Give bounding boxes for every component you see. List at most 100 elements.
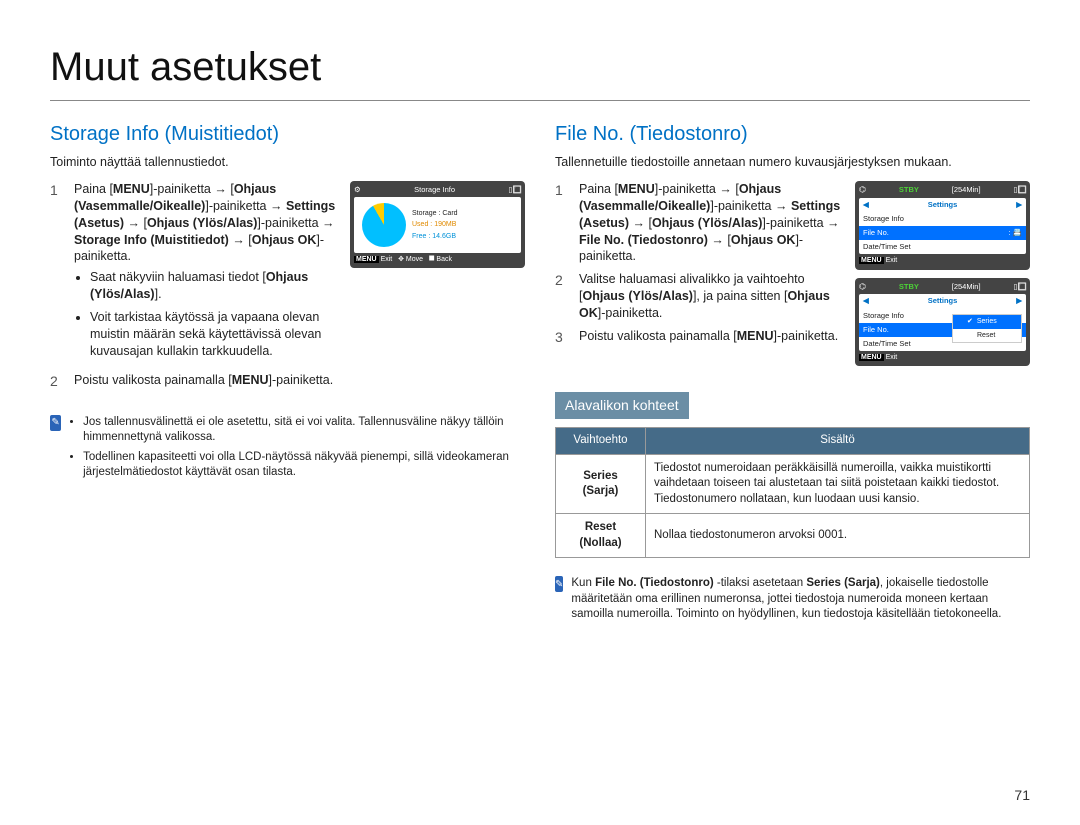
left-column: Storage Info (Muistitiedot) Toiminto näy…	[50, 121, 525, 623]
gear-icon: ⚙	[354, 185, 361, 195]
text: Poistu valikosta painamalla [	[74, 373, 232, 387]
camera-icon: ⌬	[859, 185, 866, 196]
right-step-2: 2 Valitse haluamasi alivalikko ja vaihto…	[555, 271, 845, 322]
text: -painiketta →	[261, 216, 335, 230]
menu-label: MENU	[232, 373, 269, 387]
lcd-settings-header: ◀ Settings ▶	[859, 198, 1026, 212]
menu-label: MENU	[618, 182, 655, 196]
page-number: 71	[1014, 786, 1030, 805]
text: ]-painiketta	[150, 182, 211, 196]
text: -painiketta →	[766, 216, 840, 230]
text: ], ja paina sitten [	[693, 289, 788, 303]
used-value: 190MB	[434, 221, 456, 228]
right-step-1: 1 Paina [MENU]-painiketta → [Ohjaus (Vas…	[555, 181, 845, 265]
step-number: 2	[555, 271, 569, 290]
time-remaining: 254Min	[954, 185, 979, 194]
table-row: Series (Sarja) Tiedostot numeroidaan per…	[556, 454, 1030, 514]
text: Kun	[571, 577, 595, 589]
lcd-storage-info: ⚙ Storage Info ▯ 🔳 Storage : Card Used :…	[350, 181, 525, 269]
lcd-fileno-2: ⌬ STBY [254Min] ▯ 🔳 ◀ Settings ▶ Storage…	[855, 278, 1030, 367]
lcd-item: Storage Info	[859, 212, 1026, 226]
exit-label: Exit	[886, 354, 898, 361]
used-label: Used	[412, 221, 428, 228]
text: -tilaksi asetetaan	[714, 577, 807, 589]
table-header-option: Vaihtoehto	[556, 428, 646, 455]
text: Saat näkyviin haluamasi tiedot	[90, 270, 259, 284]
options-table: Vaihtoehto Sisältö Series (Sarja) Tiedos…	[555, 427, 1030, 558]
menu-label: MENU	[737, 329, 774, 343]
fileno-label: File No. (Tiedostonro)	[579, 233, 708, 247]
submenu-heading-band: Alavalikon kohteet	[555, 392, 689, 419]
menu-label: MENU	[113, 182, 150, 196]
ok-label: Ohjaus OK	[252, 233, 317, 247]
stby-label: STBY	[899, 282, 919, 292]
text: Reset	[977, 331, 995, 340]
menu-tag: MENU	[859, 354, 884, 361]
note-bullet: Jos tallennusvälinettä ei ole asetettu, …	[83, 415, 525, 446]
step-number: 1	[50, 181, 64, 200]
right-intro: Tallennetuille tiedostoille annetaan num…	[555, 154, 1030, 171]
note-box: ✎ Jos tallennusvälinettä ei ole asetettu…	[50, 415, 525, 485]
check-icon: ✔	[967, 317, 973, 326]
text: ]-painiketta.	[598, 306, 663, 320]
table-header-content: Sisältö	[646, 428, 1030, 455]
step-number: 3	[555, 328, 569, 347]
bullet: Voit tarkistaa käytössä ja vapaana oleva…	[90, 309, 340, 360]
exit-label: Exit	[381, 256, 393, 263]
left-heading: Storage Info (Muistitiedot)	[50, 121, 525, 148]
text: .	[158, 287, 161, 301]
battery-icon: ▯ 🔳	[1013, 185, 1026, 195]
note-box: ✎ Kun File No. (Tiedostonro) -tilaksi as…	[555, 576, 1030, 623]
menu-tag: MENU	[859, 257, 884, 264]
storage-value: Card	[442, 210, 457, 217]
battery-icon: ▯ 🔳	[1013, 282, 1026, 292]
right-step-3: 3 Poistu valikosta painamalla [MENU]-pai…	[555, 328, 845, 347]
text: File No.	[863, 228, 889, 238]
text-bold: File No. (Tiedostonro)	[595, 577, 714, 589]
left-step-1: 1 Paina [MENU]-painiketta → [Ohjaus (Vas…	[50, 181, 340, 366]
lcd-settings-header: ◀ Settings ▶	[859, 294, 1026, 308]
camera-icon: ⌬	[859, 282, 866, 293]
text: ]-painiketta	[655, 182, 716, 196]
lcd-item: Date/Time Set	[859, 240, 1026, 254]
pie-chart-icon	[362, 203, 406, 247]
text-bold: Series (Sarja)	[806, 577, 880, 589]
text: Paina [	[74, 182, 113, 196]
bullet: Saat näkyviin haluamasi tiedot [Ohjaus (…	[90, 269, 340, 303]
text: ]-painiketta.	[774, 329, 839, 343]
page-title: Muut asetukset	[50, 40, 1030, 101]
menu-tag: MENU	[354, 256, 379, 263]
text: painiketta	[718, 199, 772, 213]
left-step-2: 2 Poistu valikosta painamalla [MENU]-pai…	[50, 372, 340, 391]
nav-ud: Ohjaus (Ylös/Alas)	[652, 216, 762, 230]
note-icon: ✎	[555, 576, 563, 592]
step-number: 1	[555, 181, 569, 200]
ok-label: Ohjaus OK	[731, 233, 796, 247]
text: Paina [	[579, 182, 618, 196]
right-column: File No. (Tiedostonro) Tallennetuille ti…	[555, 121, 1030, 623]
left-intro: Toiminto näyttää tallennustiedot.	[50, 154, 525, 171]
lcd-item-selected: File No. : 📇	[859, 226, 1026, 240]
text: ]-painiketta.	[269, 373, 334, 387]
option-desc: Tiedostot numeroidaan peräkkäisillä nume…	[646, 454, 1030, 514]
text: Settings	[928, 296, 958, 306]
option-label: Reset (Nollaa)	[556, 514, 646, 558]
time-remaining: 254Min	[954, 282, 979, 291]
storage-info-label: Storage Info (Muistitiedot)	[74, 233, 229, 247]
free-label: Free	[412, 233, 426, 240]
sdcard-icon: : 📇	[1008, 228, 1022, 238]
free-value: 14.6GB	[432, 233, 456, 240]
text: Series	[977, 317, 997, 326]
option-label: Series (Sarja)	[556, 454, 646, 514]
option-desc: Nollaa tiedostonumeron arvoksi 0001.	[646, 514, 1030, 558]
text: File No.	[863, 325, 889, 335]
submenu-item-series: ✔ Series	[953, 315, 1021, 328]
submenu-popup: ✔ Series Reset	[952, 314, 1022, 343]
submenu-item-reset: Reset	[953, 329, 1021, 342]
stby-label: STBY	[899, 185, 919, 195]
battery-icon: ▯ 🔳	[508, 185, 521, 195]
text: painiketta	[213, 199, 267, 213]
move-label: Move	[406, 256, 423, 263]
storage-label: Storage	[412, 210, 437, 217]
note-bullet: Todellinen kapasiteetti voi olla LCD-näy…	[83, 450, 525, 481]
